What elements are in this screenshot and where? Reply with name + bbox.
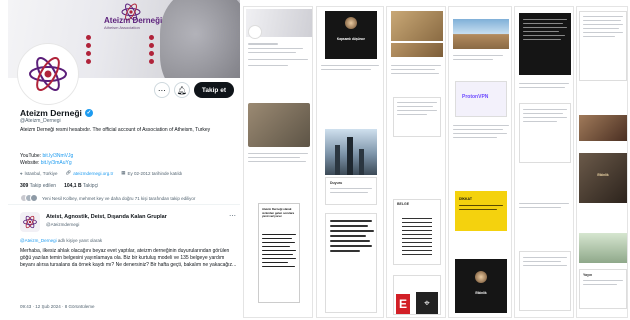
tile-document[interactable] xyxy=(579,11,627,81)
banner-item xyxy=(149,51,206,56)
tile-document[interactable] xyxy=(393,97,441,137)
banner-item xyxy=(86,43,143,48)
bullet-icon xyxy=(86,59,91,64)
youtube-link[interactable]: bit.ly/3NmVJg xyxy=(42,153,73,159)
banner-item-list xyxy=(86,35,206,64)
website-link-row: Website: bit.ly/3mAuYg xyxy=(20,160,72,166)
mini-avatar xyxy=(248,25,262,39)
banner-item xyxy=(149,35,206,40)
tweet-footer: 09:43 · 12 Şub 2024 · 8 Görüntüleme xyxy=(20,304,95,309)
follower-avatars xyxy=(20,194,38,202)
tile-location-card[interactable]: E ⌖ xyxy=(393,275,441,315)
divider xyxy=(8,204,240,205)
followed-by[interactable]: Yeni Nesil Kolbey, mehmet key ve daha do… xyxy=(20,194,238,202)
follow-stats: 309 Takip edilen 104,1 B Takipçi xyxy=(20,183,98,189)
bullet-icon xyxy=(86,51,91,56)
banner-item xyxy=(86,59,143,64)
tile-yellow-notice[interactable]: DİKKAT xyxy=(455,191,507,231)
tile-box-photo[interactable] xyxy=(391,43,443,57)
tile-dark-text-card[interactable] xyxy=(519,13,571,75)
tile-notice[interactable]: Duyuru xyxy=(325,177,377,205)
calendar-icon: ▦ xyxy=(121,170,126,175)
tile-list-doc[interactable]: BELGE xyxy=(393,199,441,265)
tweet-author[interactable]: Ateist, Agnostik, Deist, Dışarıda Kalan … xyxy=(46,214,167,220)
tile-photo[interactable] xyxy=(248,103,310,147)
tile-article[interactable] xyxy=(519,251,571,311)
more-icon: ⋯ xyxy=(157,85,166,95)
site-link[interactable]: ateizmdernegi.org.tr xyxy=(73,171,113,176)
portrait-icon xyxy=(475,271,487,283)
collage-tile-feed-3[interactable]: BELGE E ⌖ xyxy=(386,6,446,318)
profile-links: YouTube: bit.ly/3NmVJg Website: bit.ly/3… xyxy=(20,153,73,167)
profile-bio: Ateizm Derneği resmi hesabıdır. The offi… xyxy=(20,127,211,133)
tile-brown-photo[interactable] xyxy=(579,115,627,141)
location-item: ⌖ İstanbul, Türkiye xyxy=(20,170,58,176)
website-link[interactable]: bit.ly/3mAuYg xyxy=(41,160,72,166)
tweet-body: Merhaba, ilkesiz ahlak olacağını beyaz e… xyxy=(20,248,237,268)
tile-event-poster[interactable]: Etkinlik xyxy=(579,153,627,203)
tweet-avatar[interactable] xyxy=(20,212,40,232)
collage-tile-feed-2[interactable]: Kapsamlı düşünce Duyuru xyxy=(316,6,384,318)
profile-panel: Ateizm Derneği Atheism Association ⋯ 🔔︎ … xyxy=(8,0,240,320)
banner-item xyxy=(149,43,206,48)
tile-box-photo[interactable] xyxy=(391,11,443,41)
tile-skyline-photo[interactable] xyxy=(325,129,377,175)
tile-dark-image[interactable]: Kapsamlı düşünce xyxy=(325,11,377,59)
reply-to-link[interactable]: @Ateizm_Dernegi xyxy=(20,238,57,243)
portrait-icon xyxy=(345,17,357,29)
atom-logo-icon xyxy=(29,57,67,91)
more-options-button[interactable]: ⋯ xyxy=(153,82,170,98)
bell-icon: 🔔︎ xyxy=(176,85,187,95)
profile-handle: @Ateizm_Dernegi xyxy=(20,118,61,124)
tile-text-poster[interactable] xyxy=(325,213,377,313)
verified-icon: ✓ xyxy=(84,109,93,117)
tile-ad-card[interactable]: ProtonVPN xyxy=(455,81,507,117)
youtube-link-row: YouTube: bit.ly/3NmVJg xyxy=(20,153,74,159)
link-icon: 🔗︎ xyxy=(65,170,72,175)
bullet-icon xyxy=(149,59,154,64)
tile-card[interactable]: Yayın xyxy=(579,269,627,309)
banner-subtitle: Atheism Association xyxy=(104,25,140,30)
bullet-icon xyxy=(86,43,91,48)
tweet-more-icon[interactable]: ⋯ xyxy=(229,212,236,220)
tweet-reply-context: @Ateizm_Dernegi adlı kişiye yanıt olarak xyxy=(20,238,103,243)
profile-actions: ⋯ 🔔︎ Takip et xyxy=(153,82,234,98)
joined-item: ▦ Ey 02-2012 tarihinde katıldı xyxy=(121,170,183,176)
tile-dark-event[interactable]: Etkinlik xyxy=(455,259,507,313)
bullet-icon xyxy=(149,35,154,40)
follow-button[interactable]: Takip et xyxy=(193,82,234,98)
banner-item xyxy=(149,59,206,64)
notifications-button[interactable]: 🔔︎ xyxy=(173,82,190,98)
bullet-icon xyxy=(149,51,154,56)
collage-tile-feed-4[interactable]: ProtonVPN DİKKAT Etkinlik xyxy=(448,6,512,318)
atom-logo-icon xyxy=(23,215,37,229)
tile-article[interactable] xyxy=(519,103,571,163)
following-link[interactable]: 309 Takip edilen xyxy=(20,183,56,189)
tweet-handle: @Ateizmdernegi xyxy=(46,222,80,227)
website-item: 🔗︎ ateizmdernegi.org.tr xyxy=(65,170,113,176)
tile-landscape-photo[interactable] xyxy=(453,19,509,49)
avatar xyxy=(30,194,38,202)
collage-tile-feed-6[interactable]: Etkinlik Yayın xyxy=(576,6,628,318)
profile-avatar[interactable] xyxy=(18,44,78,104)
banner-item xyxy=(86,51,143,56)
bullet-icon xyxy=(149,43,154,48)
ad-brand: ProtonVPN xyxy=(462,94,489,100)
location-pin-icon: ⌖ xyxy=(20,170,23,176)
banner-item xyxy=(86,35,143,40)
collage-tile-profile-copy[interactable]: Ateizm Derneği olarak sizlerden gelen so… xyxy=(243,6,313,318)
location-pin-icon: ⌖ xyxy=(416,292,438,314)
banner-title: Ateizm Derneği xyxy=(104,16,163,25)
collage-tile-feed-5[interactable] xyxy=(514,6,574,318)
tile-document[interactable]: Ateizm Derneği olarak sizlerden gelen so… xyxy=(258,203,300,303)
followers-link[interactable]: 104,1 B Takipçi xyxy=(64,183,98,189)
bullet-icon xyxy=(86,35,91,40)
profile-meta: ⌖ İstanbul, Türkiye 🔗︎ ateizmdernegi.org.t… xyxy=(20,170,240,176)
profile-display-name: Ateizm Derneği ✓ xyxy=(20,108,93,118)
tile-photo[interactable] xyxy=(579,233,627,263)
brand-e-icon: E xyxy=(396,294,410,314)
